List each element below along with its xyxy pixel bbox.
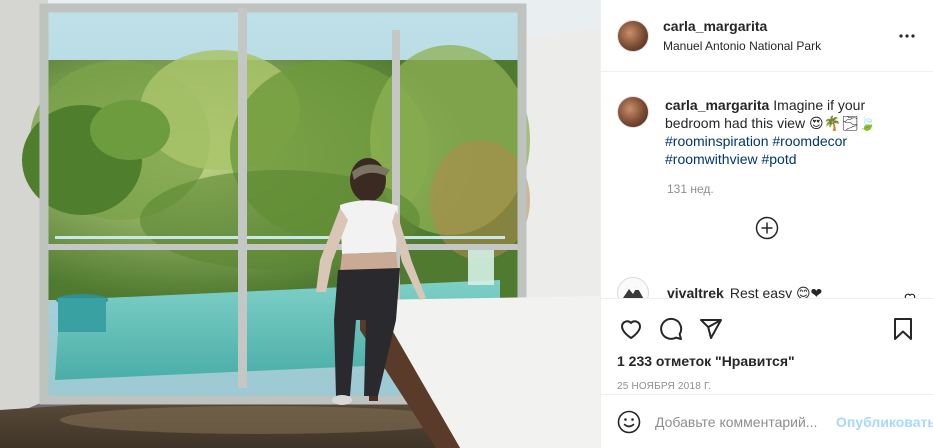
likes-count[interactable]: 1 233 отметок "Нравится" xyxy=(617,353,917,369)
comments-list[interactable]: carla_margarita Imagine if your bedroom h… xyxy=(601,72,933,298)
emoji-icon xyxy=(617,410,641,433)
bedroom-view-photo xyxy=(0,0,600,448)
post-photo[interactable] xyxy=(0,0,600,448)
post-date[interactable]: 25 ноября 2018 г. xyxy=(617,381,917,392)
comment-like-heart-icon[interactable] xyxy=(903,291,917,298)
caption-author-avatar[interactable] xyxy=(617,96,649,128)
load-more-comments xyxy=(617,216,917,240)
caption: carla_margarita Imagine if your bedroom h… xyxy=(617,96,917,168)
share-button[interactable] xyxy=(697,315,725,343)
hashtag-roomwithview[interactable]: #roomwithview xyxy=(665,151,758,167)
comment-text: Rest easy 😊❤ xyxy=(729,284,823,299)
more-options-button[interactable] xyxy=(895,24,919,48)
more-horizontal-icon xyxy=(899,33,915,38)
add-comment-input[interactable] xyxy=(655,413,836,430)
comment-text-block: vivaltrek Rest easy 😊❤ xyxy=(667,285,903,299)
save-button[interactable] xyxy=(889,315,917,343)
emoji-button[interactable] xyxy=(617,409,641,435)
hashtag-roomdecor[interactable]: #roomdecor xyxy=(772,133,847,149)
like-button[interactable] xyxy=(617,315,645,343)
caption-author[interactable]: carla_margarita xyxy=(665,97,769,113)
comment-button[interactable] xyxy=(657,315,685,343)
comment-author[interactable]: vivaltrek xyxy=(667,285,724,299)
action-icons-row xyxy=(617,303,917,355)
author-username[interactable]: carla_margarita xyxy=(663,18,895,34)
bookmark-icon xyxy=(894,318,912,340)
heart-icon xyxy=(621,320,641,339)
plus-circle-icon xyxy=(755,216,779,240)
post-header: carla_margarita Manuel Antonio National … xyxy=(601,0,933,72)
publish-comment-button[interactable]: Опубликовать xyxy=(836,414,933,430)
caption-age[interactable]: 131 нед. xyxy=(667,182,917,196)
post-side-panel: carla_margarita Manuel Antonio National … xyxy=(600,0,933,448)
author-avatar[interactable] xyxy=(617,19,649,52)
mountain-logo-icon xyxy=(623,287,644,298)
hashtag-potd[interactable]: #potd xyxy=(761,151,796,167)
comment-icon xyxy=(660,317,683,340)
hashtag-roominspiration[interactable]: #roominspiration xyxy=(665,133,769,149)
load-more-button[interactable] xyxy=(755,216,779,240)
add-comment-bar: Опубликовать xyxy=(601,394,933,448)
author-meta: carla_margarita Manuel Antonio National … xyxy=(663,18,895,53)
caption-text-block: carla_margarita Imagine if your bedroom h… xyxy=(665,96,917,168)
post-location[interactable]: Manuel Antonio National Park xyxy=(663,39,895,53)
share-icon xyxy=(700,319,722,339)
commenter-avatar[interactable] xyxy=(617,277,649,298)
comment-item: vivaltrek Rest easy 😊❤ xyxy=(617,277,917,298)
post-actions: 1 233 отметок "Нравится" 25 ноября 2018 … xyxy=(601,298,933,394)
